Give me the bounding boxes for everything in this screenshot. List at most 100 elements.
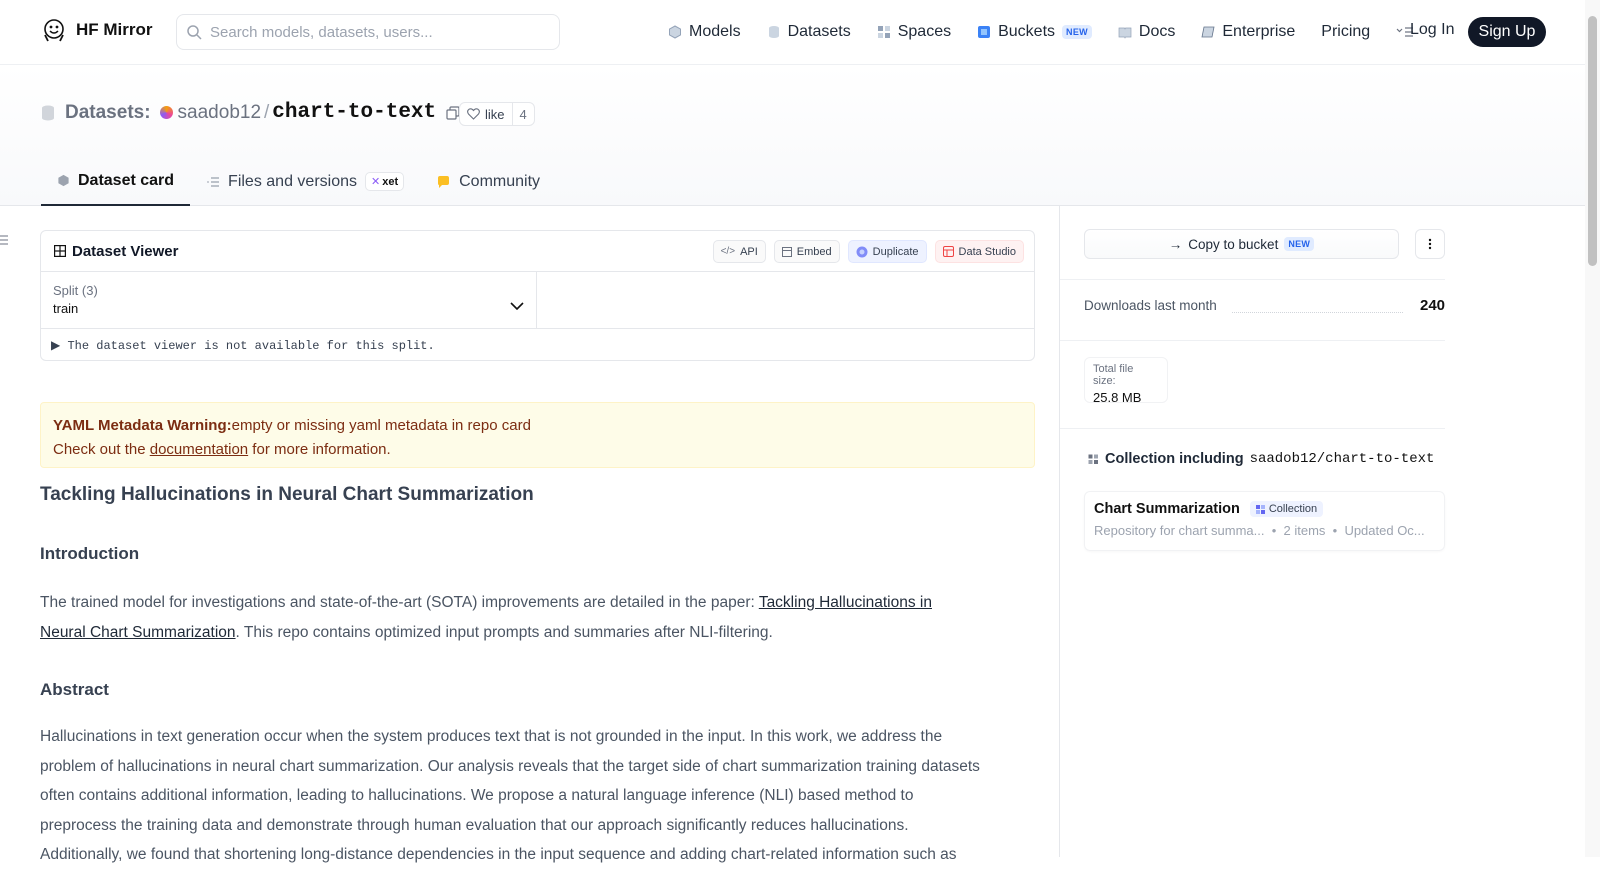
database-icon	[42, 105, 54, 120]
hf-logo-icon	[44, 19, 64, 42]
abstract-paragraph: Hallucinations in text generation occur …	[40, 728, 980, 863]
api-label: API	[740, 245, 758, 258]
collection-updated: Updated Oc...	[1344, 523, 1425, 538]
community-icon	[438, 175, 450, 188]
tab-dataset-card[interactable]: Dataset card	[41, 157, 191, 206]
copy-to-bucket-button[interactable]: → Copy to bucket NEW	[1084, 229, 1399, 259]
file-size-box: Total file size: 25.8 MB	[1084, 357, 1168, 405]
more-options-button[interactable]	[1415, 229, 1445, 259]
breadcrumb-separator: /	[264, 101, 270, 123]
table-icon	[54, 245, 66, 257]
dataset-viewer: Dataset Viewer </> API Embed Duplicate D…	[40, 230, 1035, 361]
abstract-heading: Abstract	[40, 680, 109, 699]
downloads-label: Downloads last month	[1084, 298, 1217, 313]
embed-label: Embed	[796, 245, 832, 258]
signup-button[interactable]: Sign Up	[1468, 17, 1546, 47]
split-secondary	[537, 272, 1034, 329]
nav-spaces[interactable]: Spaces	[877, 19, 951, 45]
collection-name-row: Chart Summarization Collection	[1094, 501, 1435, 517]
xet-label: xet	[382, 175, 399, 188]
data-studio-label: Data Studio	[958, 245, 1016, 258]
collection-repo: saadob12/chart-to-text	[1249, 451, 1435, 467]
collection-items: 2 items	[1283, 523, 1326, 538]
viewer-actions: </> API Embed Duplicate Data Studio	[712, 240, 1024, 263]
embed-button[interactable]: Embed	[773, 240, 840, 263]
scrollbar-thumb[interactable]	[1588, 16, 1597, 266]
data-studio-icon	[942, 246, 954, 257]
viewer-unavailable-text: The dataset viewer is not available for …	[67, 339, 435, 353]
downloads-value: 240	[1420, 297, 1446, 314]
xet-badge: ✕ xet	[365, 172, 405, 191]
duplicate-button[interactable]: Duplicate	[847, 240, 927, 263]
tab-files-label: Files and versions	[228, 172, 357, 190]
nav-spaces-label: Spaces	[897, 23, 952, 40]
collection-tag-label: Collection	[1268, 503, 1318, 515]
new-badge: NEW	[1062, 25, 1092, 39]
toc-toggle-icon[interactable]	[0, 234, 8, 246]
tab-community[interactable]: Community	[420, 157, 556, 206]
brand-name: HF Mirror	[76, 20, 153, 39]
triangle-right-icon: ▶	[51, 339, 68, 353]
api-button[interactable]: </> API	[712, 240, 766, 263]
divider	[1060, 428, 1445, 429]
user-avatar[interactable]	[159, 106, 173, 119]
book-icon	[1118, 27, 1132, 39]
page-scrollbar[interactable]	[1585, 0, 1600, 857]
like-action[interactable]: like	[460, 103, 513, 125]
search-icon	[187, 24, 202, 40]
nav-pricing-label: Pricing	[1321, 23, 1371, 40]
embed-icon	[781, 246, 792, 257]
brand-logo[interactable]: HF Mirror	[41, 17, 153, 43]
repo-name[interactable]: chart-to-text	[272, 101, 436, 124]
nav-enterprise[interactable]: Enterprise	[1201, 19, 1295, 45]
split-select[interactable]: Split (3) train	[41, 272, 537, 329]
tab-dataset-card-label: Dataset card	[78, 171, 175, 189]
nav-models-label: Models	[689, 23, 741, 40]
xet-icon: ✕	[371, 176, 381, 188]
search-input[interactable]	[210, 23, 540, 41]
collection-icon	[1088, 454, 1098, 464]
like-count[interactable]: 4	[513, 107, 534, 122]
collection-card[interactable]: Chart Summarization Collection Repositor…	[1084, 491, 1445, 551]
nav-docs-label: Docs	[1138, 23, 1176, 40]
file-size-label: Total file size:	[1093, 363, 1134, 387]
collection-description: Repository for chart summa...	[1094, 523, 1265, 538]
viewer-unavailable[interactable]: ▶ The dataset viewer is not available fo…	[51, 338, 435, 353]
viewer-title: Dataset Viewer	[72, 242, 179, 260]
card-title: Tackling Hallucinations in Neural Chart …	[40, 484, 534, 505]
database-icon	[768, 26, 779, 38]
nav-docs[interactable]: Docs	[1118, 19, 1175, 45]
kebab-menu-icon	[1428, 238, 1432, 250]
nav-buckets[interactable]: Buckets NEW	[977, 19, 1092, 45]
duplicate-icon	[856, 246, 868, 257]
nav-models[interactable]: Models	[668, 19, 741, 45]
login-link[interactable]: Log In	[1410, 21, 1454, 39]
collection-name: Chart Summarization	[1094, 501, 1240, 517]
collection-icon	[1255, 504, 1265, 514]
breadcrumb: Datasets: saadob12 / chart-to-text	[41, 101, 460, 124]
introduction-paragraph: The trained model for investigations and…	[40, 588, 970, 648]
arrow-right-icon: →	[1168, 236, 1183, 252]
data-studio-button[interactable]: Data Studio	[934, 240, 1024, 263]
split-label: Split (3)	[53, 283, 98, 298]
copy-to-bucket-label: Copy to bucket	[1188, 236, 1279, 252]
nav-datasets[interactable]: Datasets	[767, 19, 851, 45]
meta-dot: •	[1268, 523, 1284, 538]
introduction-heading: Introduction	[40, 544, 140, 563]
repo-header: Datasets: saadob12 / chart-to-text like …	[0, 65, 1600, 206]
search-box[interactable]	[176, 14, 560, 50]
tab-community-label: Community	[459, 172, 541, 190]
warning-line2-pre: Check out the	[53, 441, 150, 458]
nav-pricing[interactable]: Pricing	[1321, 19, 1370, 45]
grid-icon	[877, 26, 890, 38]
warning-title: YAML Metadata Warning:	[53, 417, 232, 434]
nav-links: Models Datasets Spaces Buckets NEW Docs …	[668, 19, 1440, 45]
nav-datasets-label: Datasets	[787, 23, 851, 40]
nav-enterprise-label: Enterprise	[1222, 23, 1296, 40]
like-button[interactable]: like 4	[459, 102, 535, 126]
documentation-link[interactable]: documentation	[150, 441, 248, 458]
breadcrumb-section[interactable]: Datasets:	[65, 102, 151, 124]
tab-files-and-versions[interactable]: Files and versions ✕ xet	[190, 157, 420, 206]
breadcrumb-user[interactable]: saadob12	[178, 102, 261, 124]
nav-buckets-label: Buckets	[998, 23, 1056, 40]
